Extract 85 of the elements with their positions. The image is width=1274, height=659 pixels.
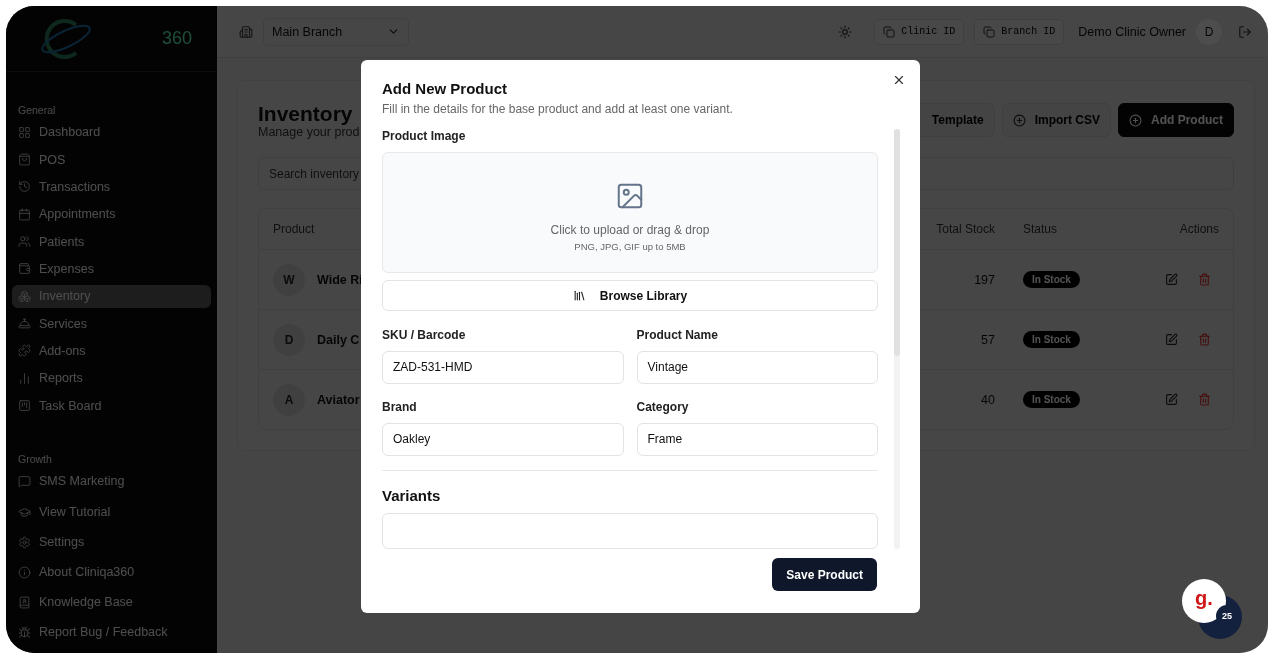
- status-badge: In Stock: [1023, 331, 1080, 348]
- sun-icon[interactable]: [838, 24, 853, 39]
- nav-item[interactable]: Report Bug / Feedback: [12, 619, 211, 645]
- page-title: Inventory: [258, 103, 354, 125]
- trash-icon[interactable]: [1198, 393, 1211, 406]
- user-name: Demo Clinic Owner: [1078, 24, 1186, 39]
- grid-icon: [18, 125, 31, 139]
- stock-count: 197: [974, 272, 995, 287]
- message-icon: [18, 474, 31, 488]
- field-label: Product Image: [382, 129, 467, 143]
- upload-text: Click to upload or drag & drop: [550, 223, 710, 238]
- clinic-id-button[interactable]: Clinic ID: [874, 18, 965, 45]
- field-label: SKU / Barcode: [382, 327, 467, 342]
- nav-item[interactable]: View Tutorial: [12, 499, 211, 525]
- nav-item[interactable]: Transactions: [12, 175, 211, 199]
- edit-icon[interactable]: [1165, 333, 1178, 346]
- library-icon: [572, 289, 586, 303]
- input-field[interactable]: Vintage: [636, 350, 878, 384]
- logout-icon[interactable]: [1238, 24, 1252, 39]
- logo-text: 360: [162, 28, 193, 49]
- plus-circle-icon: [1012, 113, 1026, 127]
- section-title: General: [17, 103, 57, 118]
- calendar-icon: [18, 207, 31, 221]
- history-icon: [18, 180, 31, 194]
- graduation-cap-icon: [18, 505, 31, 519]
- trash-icon[interactable]: [1198, 273, 1211, 286]
- nav-item[interactable]: About Cliniqa360: [12, 559, 211, 585]
- bell-icon: [18, 317, 31, 330]
- user-avatar[interactable]: D: [1196, 18, 1222, 45]
- plus-circle-icon: [1129, 113, 1142, 127]
- bar-chart-icon: [18, 371, 31, 385]
- copy-icon: [883, 25, 896, 38]
- nav-item[interactable]: Patients: [12, 229, 211, 254]
- nav-item[interactable]: Settings: [12, 529, 211, 555]
- edit-icon[interactable]: [1165, 393, 1178, 406]
- save-product-button[interactable]: Save Product: [772, 558, 877, 591]
- wallet-icon: [18, 262, 31, 276]
- users-icon: [18, 235, 31, 249]
- product-name: Daily C: [317, 332, 360, 347]
- boxes-icon: [18, 289, 31, 303]
- stock-count: 57: [981, 332, 995, 347]
- input-field[interactable]: Oakley: [382, 422, 624, 456]
- nav-item[interactable]: POS: [12, 147, 211, 172]
- field-label: Brand: [382, 399, 418, 414]
- browse-library-button[interactable]: Browse Library: [382, 280, 878, 311]
- stock-count: 40: [981, 392, 995, 407]
- dialog-title: Add New Product: [382, 80, 508, 97]
- action-button[interactable]: Add Product: [1118, 103, 1234, 137]
- book-icon: [18, 595, 31, 609]
- kanban-icon: [18, 399, 31, 412]
- bag-icon: [18, 153, 31, 167]
- puzzle-icon: [18, 344, 31, 358]
- action-button[interactable]: Import CSV: [1001, 103, 1111, 137]
- copy-icon: [983, 25, 996, 38]
- nav-item[interactable]: SMS Marketing: [12, 469, 211, 494]
- branch-id-button[interactable]: Branch ID: [974, 18, 1065, 45]
- upload-hint: PNG, JPG, GIF up to 5MB: [574, 241, 686, 253]
- section-title: Growth: [17, 452, 53, 468]
- nav-item[interactable]: Services: [12, 311, 211, 336]
- settings-icon: [18, 535, 31, 549]
- edit-icon[interactable]: [1165, 273, 1178, 286]
- status-badge: In Stock: [1023, 391, 1080, 408]
- nav-item[interactable]: Dashboard: [12, 120, 211, 144]
- scrollbar[interactable]: [894, 129, 900, 549]
- close-button[interactable]: [892, 73, 906, 87]
- branch-select[interactable]: Main Branch: [263, 17, 409, 46]
- nav-item[interactable]: Reports: [12, 366, 211, 390]
- info-icon: [18, 565, 31, 579]
- input-field[interactable]: ZAD-531-HMD: [382, 350, 624, 384]
- building-icon: [239, 24, 253, 39]
- status-badge: In Stock: [1023, 271, 1080, 288]
- nav-item[interactable]: Expenses: [12, 257, 211, 281]
- field-label: Product Name: [636, 327, 719, 342]
- field-label: Category: [636, 399, 690, 414]
- nav-item[interactable]: Knowledge Base: [12, 589, 211, 615]
- upload-dropzone[interactable]: Click to upload or drag & drop PNG, JPG, GIF up to 5MB: [382, 152, 878, 274]
- nav-item[interactable]: Task Board: [12, 393, 211, 418]
- product-name: Aviator: [317, 392, 360, 407]
- bug-icon: [18, 625, 31, 639]
- nav-item[interactable]: Appointments: [12, 202, 211, 226]
- trash-icon[interactable]: [1198, 333, 1211, 346]
- input-field[interactable]: Frame: [636, 422, 878, 456]
- section-heading: Variants: [382, 486, 442, 504]
- nav-item[interactable]: Add-ons: [12, 339, 211, 363]
- dialog-description: Fill in the details for the base product and add at least one variant.: [382, 102, 734, 116]
